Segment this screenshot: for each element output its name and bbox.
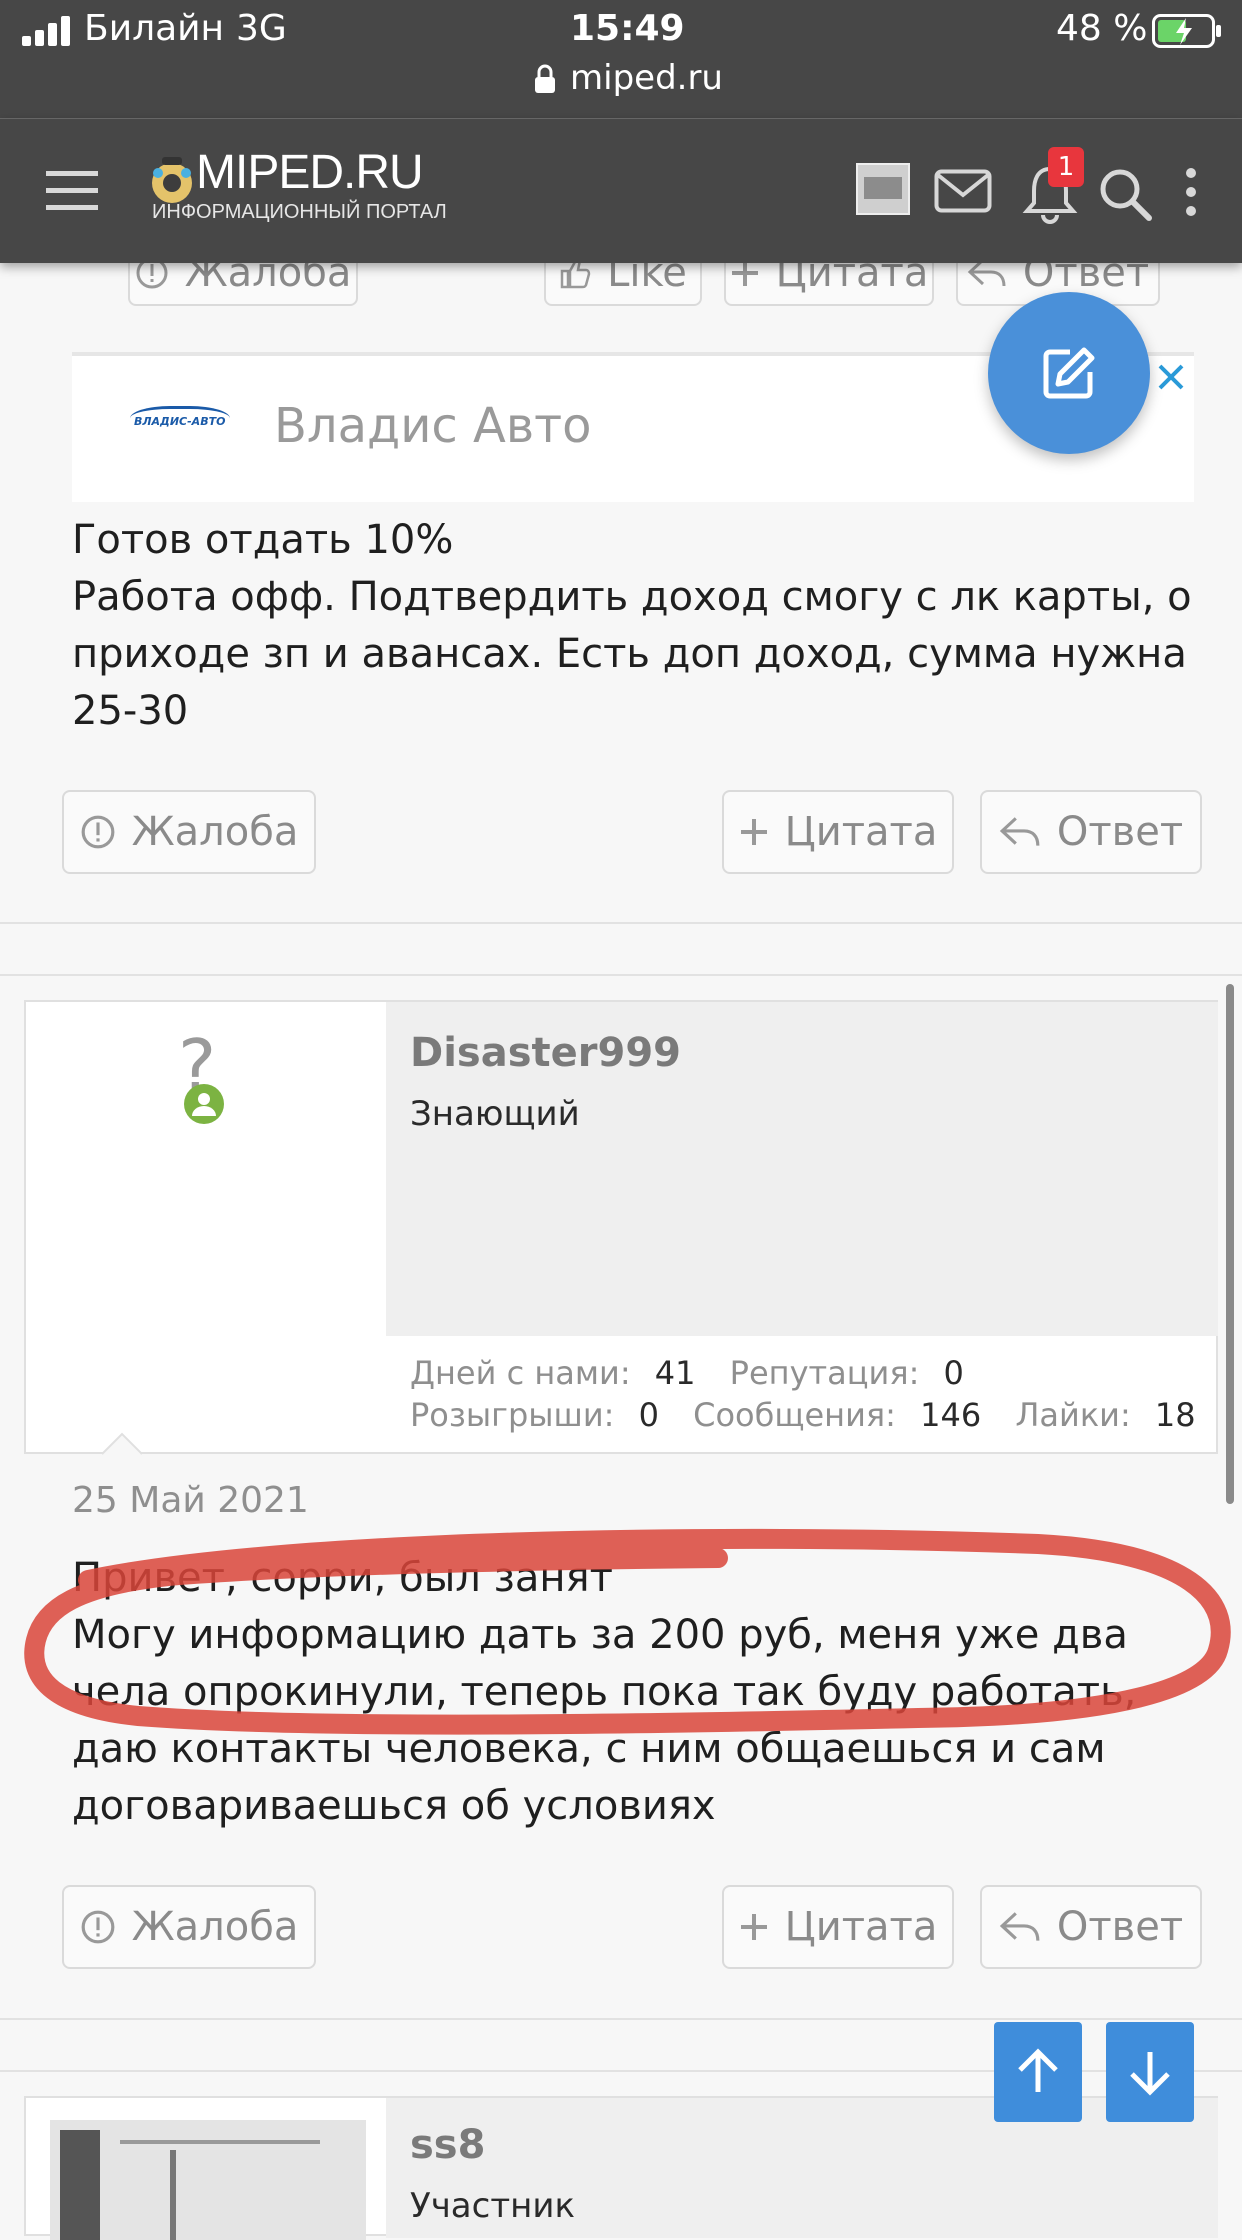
ad-logo-text: ВЛАДИС-АВТО bbox=[134, 415, 226, 428]
network-type: 3G bbox=[236, 8, 287, 49]
scroll-down-button[interactable] bbox=[1106, 2022, 1194, 2122]
url-text[interactable]: miped.ru bbox=[570, 58, 723, 98]
carrier-name: Билайн bbox=[84, 8, 225, 49]
plus-icon bbox=[740, 1914, 767, 1940]
alert-icon bbox=[81, 1910, 114, 1944]
site-logo[interactable]: MIPED.RU ИНФОРМАЦИОННЫЙ ПОРТАЛ bbox=[148, 146, 468, 235]
messages-value: 146 bbox=[920, 1396, 982, 1434]
quote-label: Цитата bbox=[784, 809, 938, 855]
logo-subtitle: ИНФОРМАЦИОННЫЙ ПОРТАЛ bbox=[152, 201, 447, 223]
hamburger-menu-icon[interactable] bbox=[46, 169, 98, 213]
arrow-down-icon bbox=[1130, 2052, 1170, 2096]
quote-button[interactable]: Цитата bbox=[722, 1885, 954, 1969]
quote-label: Цитата bbox=[784, 1904, 938, 1950]
divider bbox=[0, 922, 1242, 924]
reply-icon bbox=[999, 817, 1040, 846]
reply-icon bbox=[999, 1912, 1040, 1941]
battery-icon bbox=[1152, 14, 1221, 48]
user-title: Участник bbox=[410, 2186, 576, 2226]
clock: 15:49 bbox=[570, 8, 685, 49]
user-card: ? Disaster999 Знающий Дней с нами: 41 Ре… bbox=[24, 1000, 1218, 1454]
user-avatar[interactable] bbox=[50, 2120, 366, 2240]
username[interactable]: ss8 bbox=[410, 2122, 485, 2168]
report-button[interactable]: Жалоба bbox=[62, 790, 316, 874]
compose-button[interactable] bbox=[988, 292, 1150, 454]
days-label: Дней с нами: bbox=[410, 1354, 631, 1392]
likes-value: 18 bbox=[1154, 1396, 1196, 1434]
scroll-up-button[interactable] bbox=[994, 2022, 1082, 2122]
user-stats: Дней с нами: 41 Репутация: 0 Розыгрыши: … bbox=[410, 1352, 1196, 1436]
arrow-up-icon bbox=[1018, 2048, 1058, 2092]
plus-icon bbox=[740, 819, 767, 845]
user-avatar[interactable] bbox=[856, 163, 910, 215]
user-title: Знающий bbox=[410, 1094, 580, 1134]
site-header: MIPED.RU ИНФОРМАЦИОННЫЙ ПОРТАЛ 1 bbox=[0, 118, 1242, 263]
report-label: Жалоба bbox=[131, 1904, 299, 1950]
signal-icon bbox=[22, 16, 72, 46]
draws-value: 0 bbox=[638, 1396, 659, 1434]
card-pointer bbox=[102, 1432, 142, 1455]
reply-button[interactable]: Ответ bbox=[980, 790, 1202, 874]
red-annotation-circle bbox=[24, 1528, 1231, 1735]
divider bbox=[0, 2018, 1242, 2020]
scooter-logo-icon bbox=[152, 157, 192, 203]
notification-badge: 1 bbox=[1048, 147, 1084, 187]
likes-label: Лайки: bbox=[1015, 1396, 1131, 1434]
ad-logo: ВЛАДИС-АВТО bbox=[130, 406, 230, 437]
reply-button[interactable]: Ответ bbox=[980, 1885, 1202, 1969]
post-message: Готов отдать 10% Работа офф. Подтвердить… bbox=[72, 517, 1192, 734]
days-value: 41 bbox=[654, 1354, 696, 1392]
reputation-value: 0 bbox=[943, 1354, 964, 1392]
lock-icon bbox=[535, 64, 555, 93]
post-date[interactable]: 25 Май 2021 bbox=[72, 1480, 309, 1521]
report-label: Жалоба bbox=[131, 809, 299, 855]
more-options-icon[interactable] bbox=[1182, 167, 1200, 217]
mail-icon[interactable] bbox=[934, 169, 992, 213]
draws-label: Розыгрыши: bbox=[410, 1396, 615, 1434]
messages-label: Сообщения: bbox=[693, 1396, 896, 1434]
alert-icon bbox=[81, 815, 114, 849]
logo-title: MIPED.RU bbox=[196, 146, 424, 199]
status-bar: Билайн 3G 15:49 48 % miped.ru bbox=[0, 0, 1242, 118]
online-status-icon bbox=[184, 1084, 224, 1124]
quote-button[interactable]: Цитата bbox=[722, 790, 954, 874]
battery-percent: 48 % bbox=[1056, 8, 1148, 49]
ad-title: Владис Авто bbox=[274, 398, 592, 454]
reply-label: Ответ bbox=[1056, 1904, 1184, 1950]
close-ad-icon[interactable] bbox=[1156, 362, 1186, 392]
divider bbox=[0, 974, 1242, 976]
reply-label: Ответ bbox=[1056, 809, 1184, 855]
edit-icon bbox=[1043, 347, 1095, 399]
reputation-label: Репутация: bbox=[729, 1354, 920, 1392]
report-button[interactable]: Жалоба bbox=[62, 1885, 316, 1969]
scrollbar[interactable] bbox=[1226, 984, 1234, 1504]
username[interactable]: Disaster999 bbox=[410, 1030, 681, 1076]
search-icon[interactable] bbox=[1098, 167, 1152, 221]
